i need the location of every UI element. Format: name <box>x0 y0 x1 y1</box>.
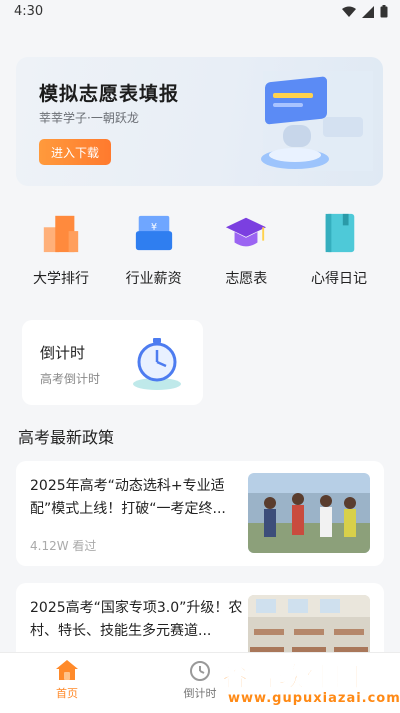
salary-envelope-icon: ¥ <box>135 215 172 251</box>
grid-label: 志愿表 <box>225 271 268 287</box>
section-title-policy: 高考最新政策 <box>18 428 115 447</box>
news-views: 4.12W 看过 <box>30 539 97 553</box>
signal-icon <box>362 5 374 18</box>
grid-label: 行业薪资 <box>125 271 182 287</box>
countdown-title: 倒计时 <box>40 344 86 362</box>
stopwatch-icon <box>133 338 181 390</box>
promo-banner[interactable]: 模拟志愿表填报 莘莘学子·一朝跃龙 进入下载 <box>16 57 383 186</box>
site-watermark: 谷普软件园 www.gupuxiazai.com <box>221 655 400 712</box>
tab-label: 首页 <box>56 687 78 700</box>
wifi-icon <box>342 6 356 17</box>
enter-download-button[interactable]: 进入下载 <box>39 139 111 165</box>
battery-icon <box>380 5 388 18</box>
grid-item-industry-salary[interactable]: ¥ 行业薪资 <box>109 208 199 288</box>
news-thumbnail-students <box>248 473 370 553</box>
news-headline: 2025年高考“动态选科+专业适配”模式上线！打破“一考定终... <box>30 478 226 517</box>
tab-home[interactable]: 首页 <box>27 659 107 701</box>
grid-label: 心得日记 <box>310 271 367 287</box>
status-icons <box>342 5 388 18</box>
tab-label: 倒计时 <box>183 687 217 700</box>
banner-title: 模拟志愿表填报 <box>39 83 180 105</box>
graduation-cap-icon <box>226 217 267 247</box>
grid-item-university-ranking[interactable]: 大学排行 <box>16 208 106 288</box>
watermark-title: 谷普软件园 <box>221 663 363 694</box>
news-card[interactable]: 2025年高考“动态选科+专业适配”模式上线！打破“一考定终... 4.12W … <box>16 461 384 566</box>
quick-access-grid: 大学排行 ¥ 行业薪资 志愿表 心得日记 <box>16 208 384 288</box>
grid-item-application-form[interactable]: 志愿表 <box>201 208 291 288</box>
home-icon <box>56 660 78 680</box>
countdown-subtitle: 高考倒计时 <box>40 372 101 386</box>
grid-item-experience-diary[interactable]: 心得日记 <box>294 208 384 288</box>
status-time: 4:30 <box>14 4 44 19</box>
alarm-clock-icon <box>190 661 210 681</box>
notebook-icon <box>325 213 355 253</box>
status-bar: 4:30 <box>0 0 400 24</box>
banner-illustration <box>261 71 373 171</box>
grid-label: 大学排行 <box>33 271 89 287</box>
banner-subtitle: 莘莘学子·一朝跃龙 <box>39 111 139 125</box>
building-icon <box>43 215 79 253</box>
watermark-url: www.gupuxiazai.com <box>228 691 400 706</box>
countdown-card[interactable]: 倒计时 高考倒计时 <box>22 320 203 405</box>
news-headline: 2025高考“国家专项3.0”升级！农村、特长、技能生多元赛道... <box>30 600 243 639</box>
